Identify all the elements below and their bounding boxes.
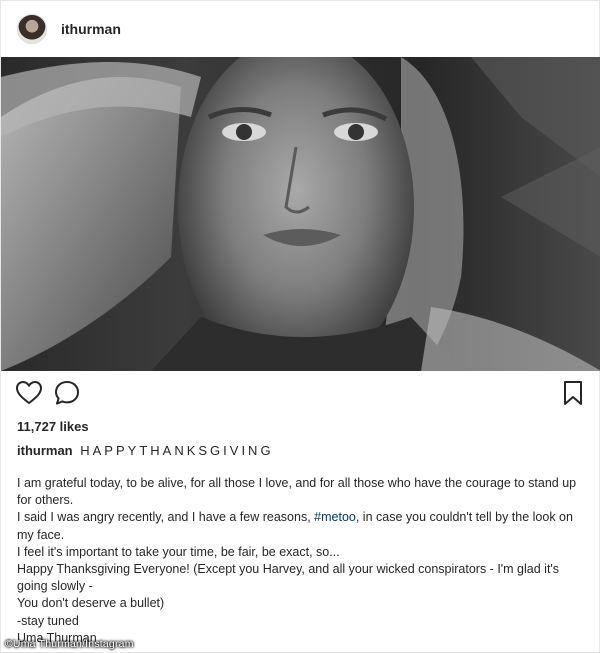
caption-line: I said I was angry recently, and I have … (17, 510, 573, 542)
caption-line: You don't deserve a bullet) (17, 596, 165, 611)
heart-icon[interactable] (15, 379, 43, 407)
action-bar (1, 379, 600, 411)
caption-title: HAPPYTHANKSGIVING (80, 443, 274, 458)
username[interactable]: ithurman (61, 21, 121, 37)
caption-line: Happy Thanksgiving Everyone! (Except you… (17, 562, 560, 594)
hashtag-link[interactable]: #metoo (314, 510, 356, 524)
like-count[interactable]: 11,727 likes (17, 419, 89, 434)
avatar[interactable] (17, 14, 47, 44)
comment-icon[interactable] (53, 379, 81, 407)
image-credit: ©Uma Thurman/Instagram (5, 638, 134, 650)
post-header: ithurman (1, 1, 600, 57)
post-photo[interactable] (1, 57, 600, 371)
caption-body: I am grateful today, to be alive, for al… (17, 475, 587, 647)
instagram-post: ithurman 11,727 likes ithurman HAPPYTHAN… (0, 0, 600, 653)
bookmark-icon[interactable] (559, 379, 587, 407)
caption-username[interactable]: ithurman (17, 443, 73, 458)
portrait-image (1, 57, 600, 371)
caption-line: -stay tuned (17, 613, 79, 628)
caption-line: I am grateful today, to be alive, for al… (17, 476, 577, 508)
caption-header: ithurman HAPPYTHANKSGIVING (17, 443, 274, 458)
caption-line: I feel it's important to take your time,… (17, 544, 340, 559)
